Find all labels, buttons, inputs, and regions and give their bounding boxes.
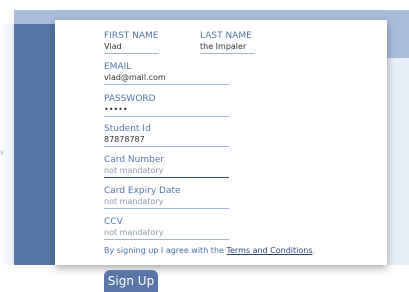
consent-suffix: . — [312, 246, 316, 255]
card-expiry-label: Card Expiry Date — [104, 186, 181, 196]
student-id-label: Student Id — [104, 124, 151, 134]
ccv-label: CCV — [104, 217, 123, 227]
first-name-label: FIRST NAME — [104, 31, 159, 41]
card-number-label: Card Number — [104, 155, 165, 165]
email-label: EMAIL — [104, 62, 132, 72]
student-id-input[interactable]: 87878787 — [104, 135, 229, 147]
last-name-field[interactable]: LAST NAME the Impaler — [200, 31, 255, 54]
last-name-input[interactable]: the Impaler — [200, 42, 255, 54]
card-number-field[interactable]: Card Number not mandatory — [104, 155, 229, 178]
card-expiry-field[interactable]: Card Expiry Date not mandatory — [104, 186, 229, 209]
email-field[interactable]: EMAIL vlad@mail.com — [104, 62, 229, 85]
card-expiry-input[interactable]: not mandatory — [104, 197, 229, 209]
ccv-input[interactable]: not mandatory — [104, 228, 229, 240]
last-name-label: LAST NAME — [200, 31, 252, 41]
student-id-field[interactable]: Student Id 87878787 — [104, 124, 229, 147]
password-input[interactable]: ••••• — [104, 105, 229, 117]
ccv-field[interactable]: CCV not mandatory — [104, 217, 229, 240]
email-input[interactable]: vlad@mail.com — [104, 73, 229, 85]
terms-consent-text: By signing up I agree with the Terms and… — [104, 246, 315, 255]
left-sidebar-panel — [14, 24, 55, 265]
password-label: PASSWORD — [104, 94, 156, 104]
page-edge-shade — [0, 24, 14, 265]
password-field[interactable]: PASSWORD ••••• — [104, 94, 229, 117]
card-number-input[interactable]: not mandatory — [104, 166, 229, 178]
sidebar-clipped-text: y — [0, 148, 5, 156]
terms-link[interactable]: Terms and Conditions — [226, 246, 312, 255]
first-name-input[interactable]: Vlad — [104, 42, 159, 54]
consent-prefix: By signing up I agree with the — [104, 246, 227, 255]
signup-form-card: FIRST NAME Vlad LAST NAME the Impaler EM… — [55, 20, 387, 265]
right-background-panel — [387, 58, 409, 265]
first-name-field[interactable]: FIRST NAME Vlad — [104, 31, 159, 54]
sign-up-button[interactable]: Sign Up — [104, 270, 158, 292]
